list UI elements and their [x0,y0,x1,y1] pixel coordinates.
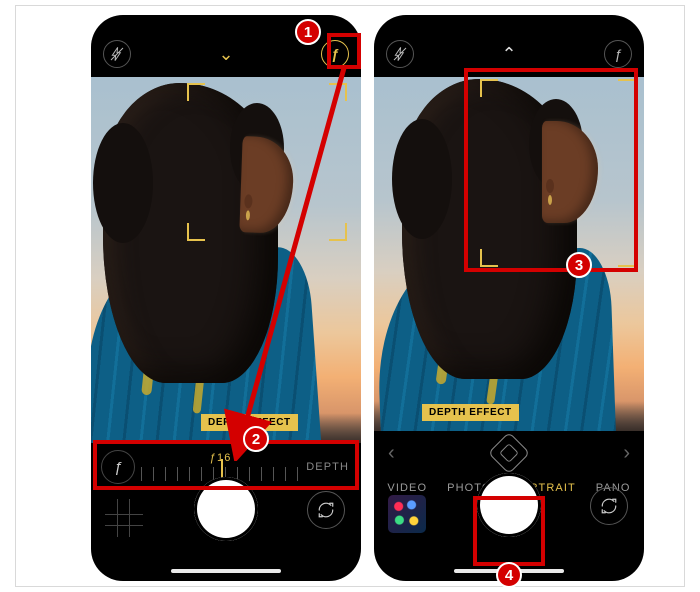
depth-label: DEPTH [306,461,349,473]
fx-next-icon[interactable]: › [623,442,630,465]
phone-right: ⌃ ƒ DEPTH EFFECT ‹ › VIDEO PHOTO PORTRAI… [374,15,644,581]
depth-effect-badge: DEPTH EFFECT [201,414,298,431]
flip-camera-button[interactable] [307,491,345,529]
flip-camera-button[interactable] [590,487,628,525]
flash-button[interactable] [103,40,131,68]
chevron-down-icon[interactable]: ⌄ [218,44,233,65]
focus-brackets [480,79,636,267]
home-indicator[interactable] [171,569,281,573]
home-indicator[interactable] [454,569,564,573]
focus-brackets [187,83,347,241]
phone-left: ⌄ ƒ DEPTH EFFECT ƒ ƒ16 DEPTH [91,15,361,581]
tutorial-frame: ⌄ ƒ DEPTH EFFECT ƒ ƒ16 DEPTH [15,5,685,587]
camera-viewfinder[interactable]: DEPTH EFFECT [374,77,644,431]
lighting-effect-icon[interactable] [488,432,530,474]
depth-effect-badge: DEPTH EFFECT [422,404,519,421]
f-number-toggle[interactable]: ƒ [101,450,135,484]
last-photo-thumbnail[interactable] [388,495,426,533]
camera-topbar: ⌄ ƒ [91,39,361,69]
camera-viewfinder[interactable]: DEPTH EFFECT [91,77,361,443]
shutter-button[interactable] [194,477,258,541]
flash-button[interactable] [386,40,414,68]
lighting-effects-row: ‹ › [374,431,644,475]
shutter-button[interactable] [477,473,541,537]
f-number-button[interactable]: ƒ [321,40,349,68]
f-number-value: ƒ16 [210,452,232,464]
mode-video[interactable]: VIDEO [387,482,427,494]
camera-topbar: ⌃ ƒ [374,39,644,69]
grid-icon[interactable] [105,499,143,537]
chevron-up-icon[interactable]: ⌃ [501,44,516,65]
f-number-button[interactable]: ƒ [604,40,632,68]
fx-prev-icon[interactable]: ‹ [388,442,395,465]
